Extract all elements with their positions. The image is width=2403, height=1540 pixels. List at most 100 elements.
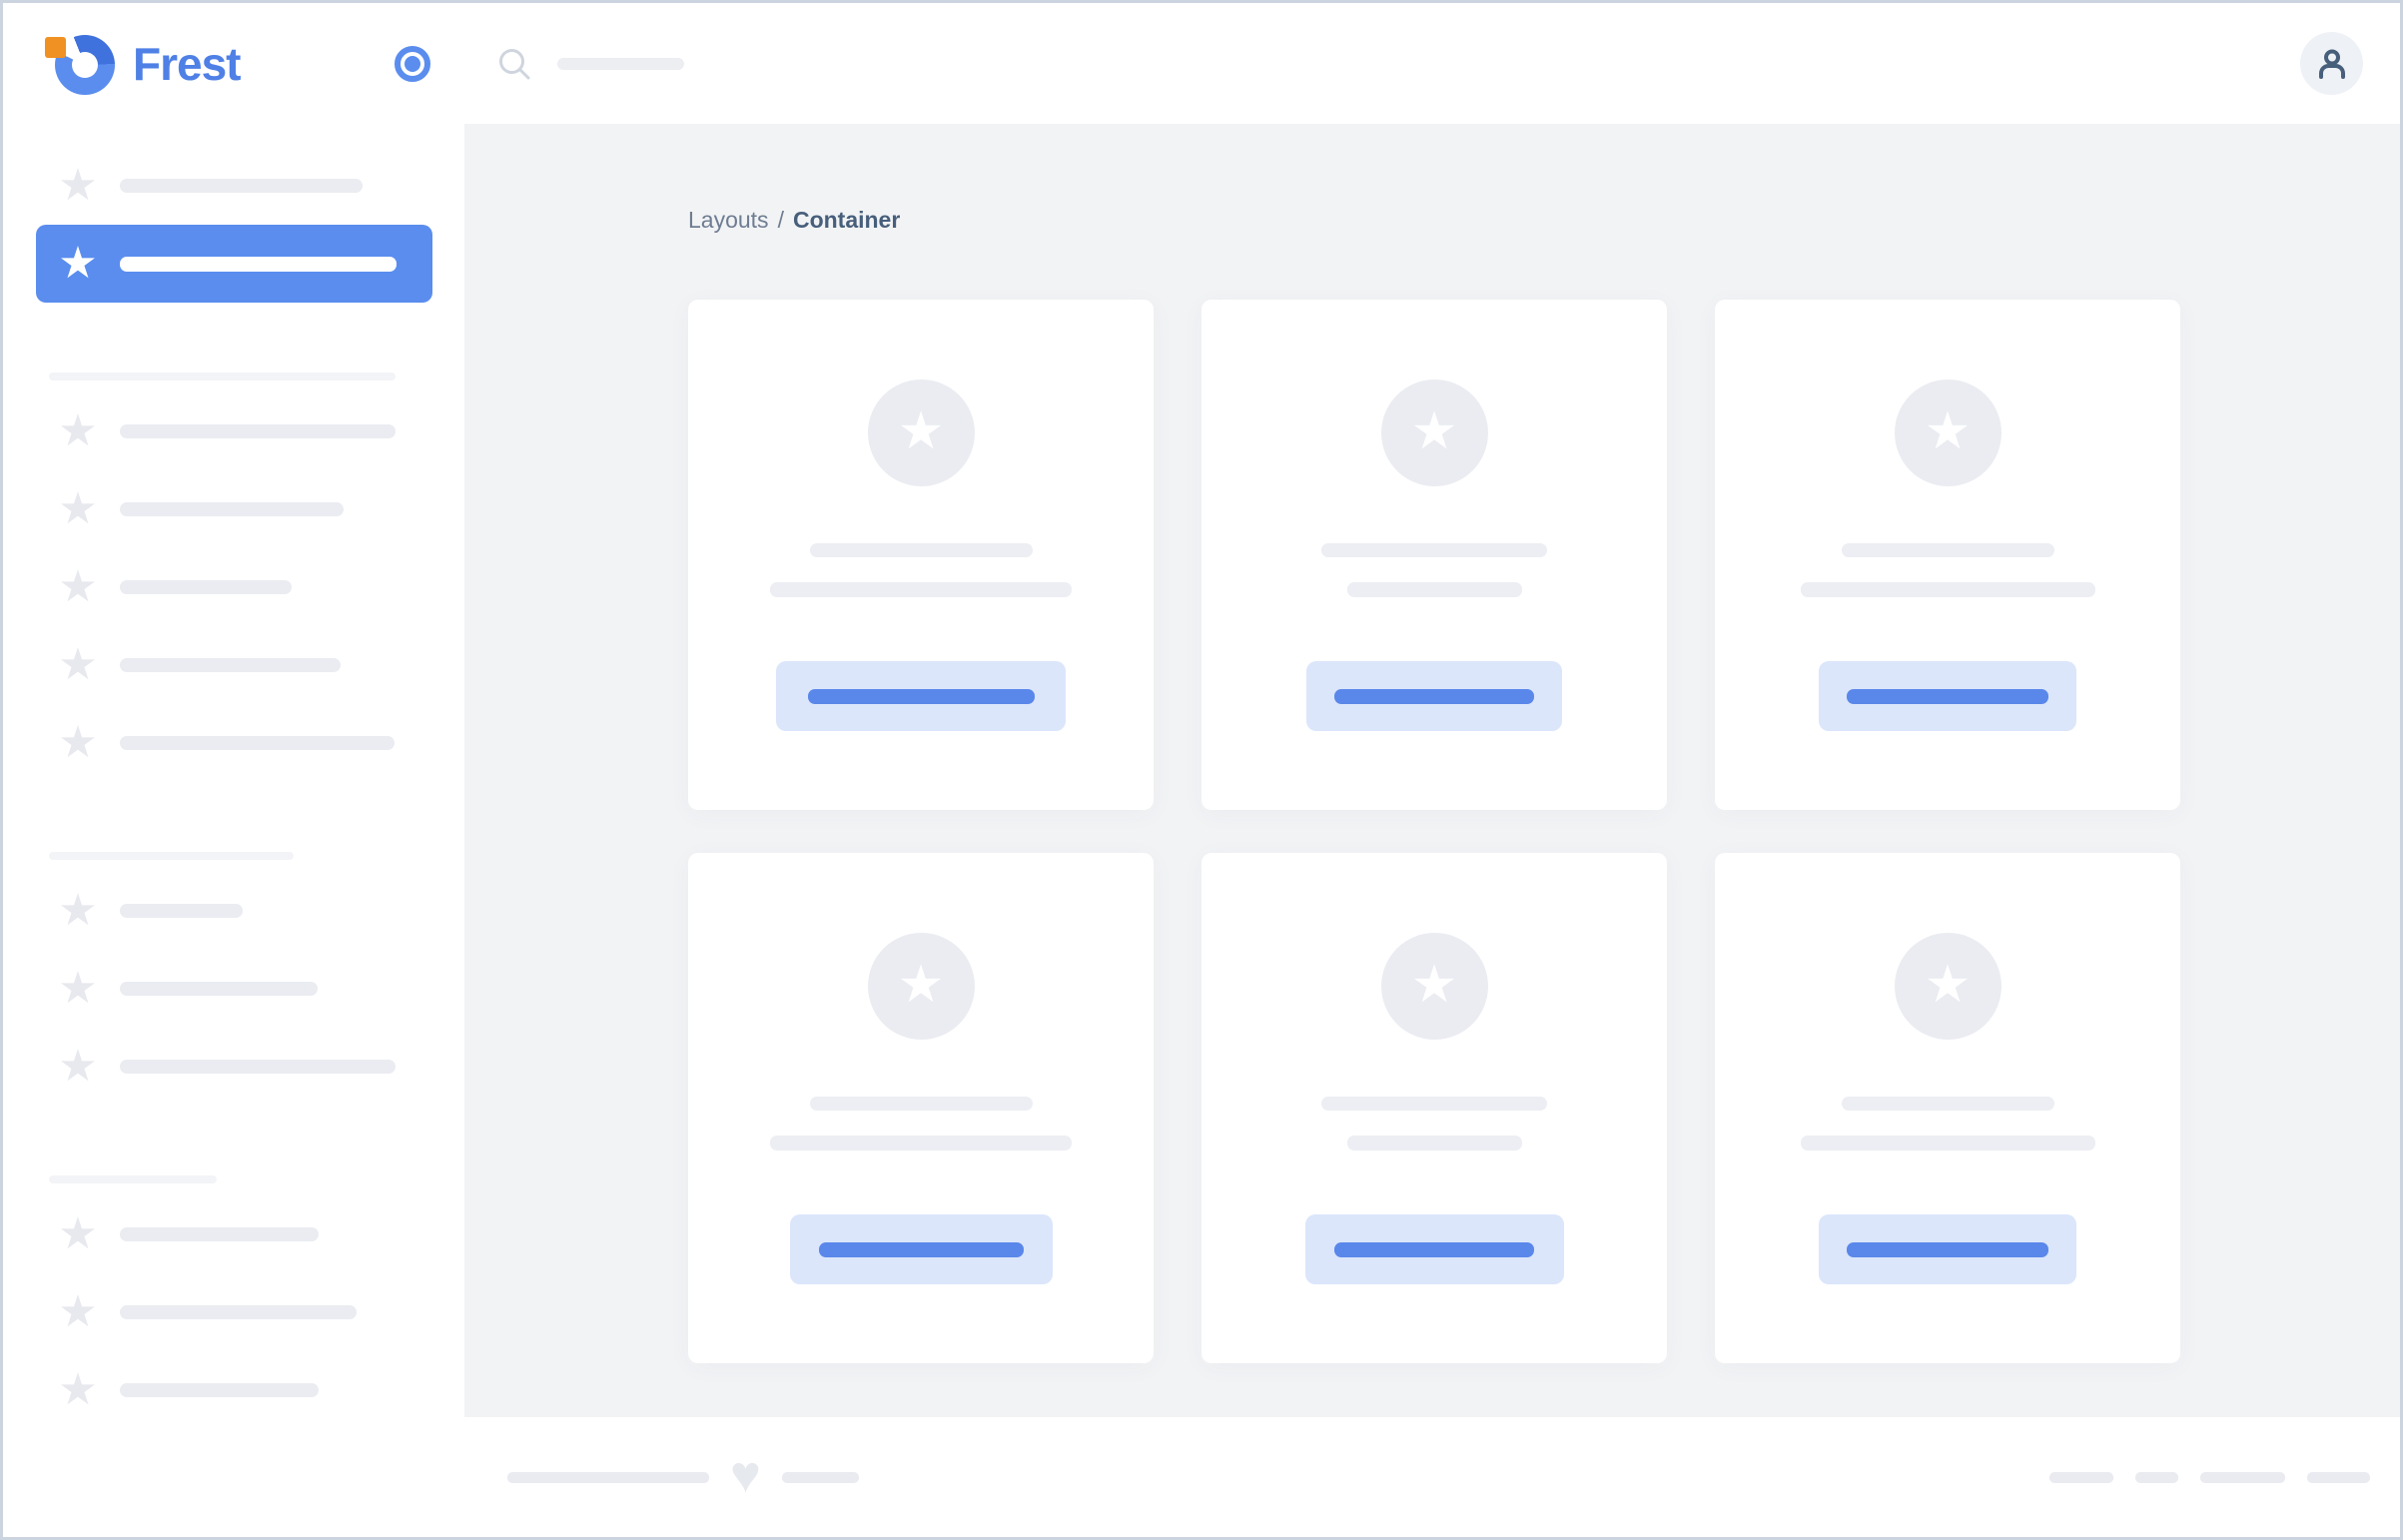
card-text-skeleton <box>1346 582 1522 597</box>
sidebar-item[interactable]: ★ <box>3 1351 464 1429</box>
card-action-button[interactable] <box>1819 661 2076 731</box>
sidebar-item[interactable]: ★ <box>3 1028 464 1106</box>
brand-name: Frest <box>133 37 241 90</box>
card-button-label-skeleton <box>818 1241 1024 1257</box>
sidebar-item-label-skeleton <box>120 658 341 672</box>
main-column: Layouts / Container ★ ★ ★ ★ ★ ★ ♥ <box>464 3 2400 1537</box>
card-button-label-skeleton <box>807 688 1035 704</box>
star-icon: ★ <box>1924 401 1972 460</box>
card-title-skeleton <box>809 1097 1033 1111</box>
card-text-skeleton <box>1800 1136 2095 1151</box>
star-icon: ★ <box>897 955 945 1014</box>
sidebar-item[interactable]: ★ <box>3 147 464 225</box>
star-icon: ★ <box>58 161 98 210</box>
sidebar-item[interactable]: ★ <box>3 950 464 1028</box>
sidebar-item[interactable]: ★ <box>3 470 464 548</box>
card-action-button[interactable] <box>776 661 1066 731</box>
card-action-button[interactable] <box>1306 661 1562 731</box>
sidebar-item-label-skeleton <box>120 1227 319 1241</box>
person-icon <box>2318 49 2345 79</box>
footer-link-skeleton <box>2135 1471 2178 1483</box>
card-image-placeholder: ★ <box>1380 933 1488 1040</box>
sidebar-item-active[interactable]: ★ <box>36 225 432 303</box>
star-icon: ★ <box>1410 401 1458 460</box>
card-image-placeholder: ★ <box>867 933 975 1040</box>
footer: ♥ <box>464 1417 2400 1537</box>
star-icon: ★ <box>58 640 98 689</box>
card-title-skeleton <box>1841 543 2054 557</box>
breadcrumb: Layouts / Container <box>688 205 2400 235</box>
card-text-skeleton <box>1346 1136 1522 1151</box>
search-icon <box>499 48 530 79</box>
card: ★ <box>1202 853 1667 1363</box>
sidebar-item[interactable]: ★ <box>3 1273 464 1351</box>
sidebar-item-label-skeleton <box>120 424 396 438</box>
card-button-label-skeleton <box>1847 1241 2048 1257</box>
sidebar-item[interactable]: ★ <box>3 548 464 626</box>
star-icon: ★ <box>58 562 98 611</box>
breadcrumb-parent-link[interactable]: Layouts <box>688 205 769 235</box>
sidebar-section-header-skeleton <box>49 852 294 860</box>
logo-orange-square <box>45 36 66 58</box>
star-icon: ★ <box>58 1042 98 1091</box>
search-input[interactable] <box>497 47 2300 81</box>
card-text-skeleton <box>1800 582 2095 597</box>
sidebar-item[interactable]: ★ <box>3 704 464 782</box>
card-image-placeholder: ★ <box>1380 380 1488 486</box>
star-icon: ★ <box>58 484 98 533</box>
card: ★ <box>1202 300 1667 810</box>
card-text-skeleton <box>770 1136 1072 1151</box>
star-icon: ★ <box>58 1365 98 1414</box>
card-button-label-skeleton <box>1334 1241 1534 1257</box>
footer-right-skeleton <box>2049 1471 2370 1483</box>
user-avatar-button[interactable] <box>2300 32 2363 95</box>
sidebar-item-label-skeleton <box>120 904 243 918</box>
cards-grid: ★ ★ ★ ★ ★ ★ <box>688 300 2180 1363</box>
footer-link-skeleton <box>2049 1471 2113 1483</box>
card-title-skeleton <box>1321 543 1547 557</box>
sidebar-item-label-skeleton <box>120 1305 357 1319</box>
star-icon: ★ <box>58 1209 98 1258</box>
app-window: Frest ★ ★ ★ ★ ★ ★ ★ ★ ★ ★ ★ ★ ★ Layouts … <box>3 3 2400 1537</box>
breadcrumb-separator: / <box>777 207 784 233</box>
sidebar-item-label-skeleton <box>120 502 344 516</box>
breadcrumb-current: Container <box>792 207 901 233</box>
sidebar-item-label-skeleton <box>120 256 397 272</box>
sidebar-item[interactable]: ★ <box>3 1195 464 1273</box>
card-button-label-skeleton <box>1847 688 2048 704</box>
sidebar-item-label-skeleton <box>120 179 363 193</box>
card-action-button[interactable] <box>789 1214 1053 1284</box>
star-icon: ★ <box>1410 955 1458 1014</box>
frest-swirl-icon <box>45 32 117 96</box>
card-action-button[interactable] <box>1819 1214 2076 1284</box>
star-icon: ★ <box>1924 955 1972 1014</box>
card-image-placeholder: ★ <box>1894 933 2002 1040</box>
card-text-skeleton <box>770 582 1072 597</box>
sidebar-item[interactable]: ★ <box>3 392 464 470</box>
sidebar-item-label-skeleton <box>120 736 395 750</box>
sidebar-item-label-skeleton <box>120 1060 396 1074</box>
heart-icon: ♥ <box>730 1446 761 1504</box>
card-action-button[interactable] <box>1304 1214 1564 1284</box>
sidebar-item-label-skeleton <box>120 1383 319 1397</box>
footer-link-skeleton <box>2307 1471 2370 1483</box>
footer-credit-skeleton <box>781 1471 859 1483</box>
sidebar-menu: ★ ★ ★ ★ ★ ★ ★ ★ ★ ★ ★ ★ ★ <box>3 124 464 1537</box>
card-button-label-skeleton <box>1334 688 1534 704</box>
top-navbar <box>464 3 2400 124</box>
card: ★ <box>1715 300 2180 810</box>
card-title-skeleton <box>809 543 1033 557</box>
sidebar-item[interactable]: ★ <box>3 626 464 704</box>
card-image-placeholder: ★ <box>867 380 975 486</box>
sidebar-item[interactable]: ★ <box>3 872 464 950</box>
card-title-skeleton <box>1321 1097 1547 1111</box>
menu-pin-toggle-icon[interactable] <box>395 45 430 82</box>
sidebar-section-header-skeleton <box>49 1175 217 1183</box>
card: ★ <box>1715 853 2180 1363</box>
star-icon: ★ <box>58 239 98 288</box>
footer-left-skeleton: ♥ <box>507 1446 859 1504</box>
sidebar-item-label-skeleton <box>120 982 318 996</box>
footer-link-skeleton <box>2200 1471 2285 1483</box>
card: ★ <box>688 300 1154 810</box>
brand-logo[interactable]: Frest <box>45 32 241 96</box>
